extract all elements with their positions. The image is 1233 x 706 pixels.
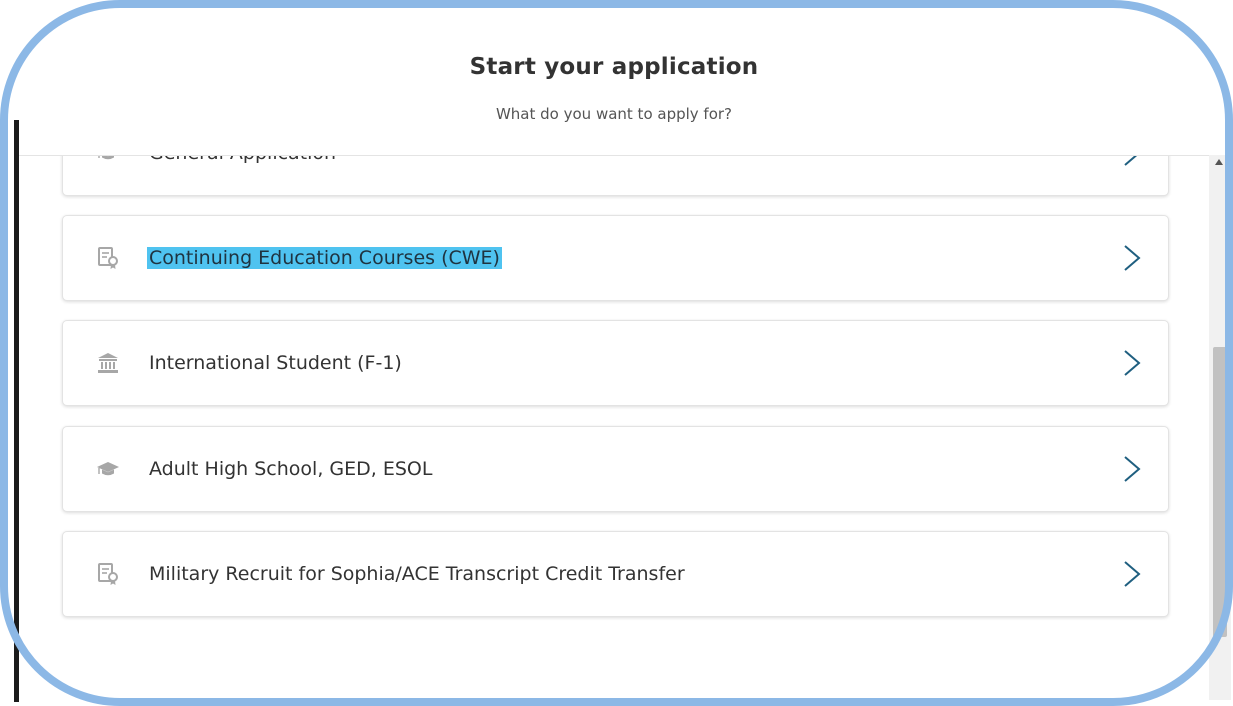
chevron-right-icon[interactable] (1120, 453, 1144, 485)
application-dialog: General Application Continuing Education… (19, 10, 1231, 700)
institution-icon (96, 351, 120, 375)
certificate-icon (96, 246, 120, 270)
scrollbar-thumb[interactable] (1213, 347, 1227, 637)
page-title: Start your application (469, 54, 759, 80)
option-label: Continuing Education Courses (CWE) (147, 247, 502, 269)
scroll-up-arrow-icon[interactable] (1215, 159, 1223, 165)
option-card-adult-high-school[interactable]: Adult High School, GED, ESOL (62, 426, 1169, 512)
vertical-scrollbar[interactable] (1209, 155, 1231, 700)
page-subtitle: What do you want to apply for? (495, 105, 733, 123)
chevron-right-icon[interactable] (1120, 347, 1144, 379)
chevron-right-icon[interactable] (1120, 558, 1144, 590)
window-left-edge (14, 120, 19, 702)
chevron-right-icon[interactable] (1120, 242, 1144, 274)
option-card-continuing-education[interactable]: Continuing Education Courses (CWE) (62, 215, 1169, 301)
graduation-cap-icon (96, 457, 120, 481)
option-card-international-student[interactable]: International Student (F-1) (62, 320, 1169, 406)
option-label: Military Recruit for Sophia/ACE Transcri… (149, 563, 685, 585)
dialog-header: Start your application What do you want … (19, 10, 1209, 156)
option-label: Adult High School, GED, ESOL (149, 458, 433, 480)
option-card-military-recruit[interactable]: Military Recruit for Sophia/ACE Transcri… (62, 531, 1169, 617)
option-label: International Student (F-1) (149, 352, 402, 374)
certificate-icon (96, 562, 120, 586)
